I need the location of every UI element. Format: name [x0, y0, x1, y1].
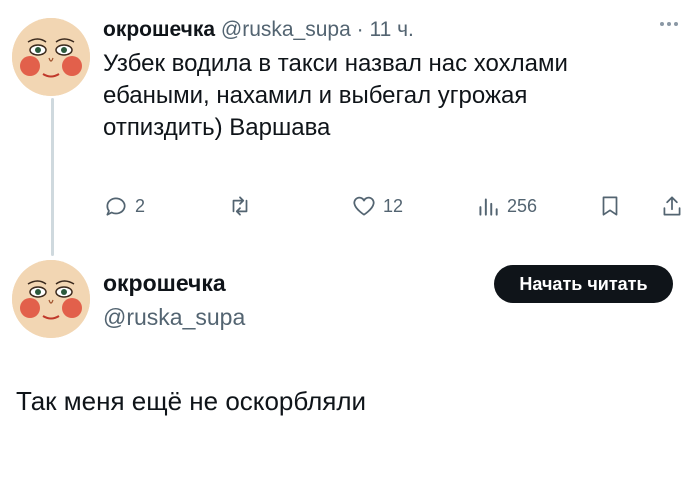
- follow-button[interactable]: Начать читать: [494, 265, 673, 303]
- main-header: окрошечка @ruska_supa: [103, 268, 245, 332]
- repost-icon: [232, 196, 248, 216]
- repost-button[interactable]: [227, 188, 259, 224]
- reply-count: 2: [135, 195, 146, 216]
- reply-action-bar: 2 12 256: [103, 188, 690, 224]
- reply-text: Узбек водила в такси назвал нас хохлами …: [103, 50, 568, 141]
- reply-button[interactable]: 2: [103, 188, 145, 224]
- avatar[interactable]: [12, 18, 90, 96]
- bookmark-button[interactable]: [597, 188, 623, 224]
- avatar-image: [12, 18, 90, 96]
- share-icon: [663, 196, 681, 216]
- reply-separator: ·: [356, 18, 364, 41]
- avatar-image: [12, 260, 90, 338]
- reply-display-name[interactable]: окрошечка: [103, 18, 215, 41]
- main-handle[interactable]: @ruska_supa: [103, 302, 245, 332]
- like-count: 12: [383, 195, 404, 216]
- like-button[interactable]: 12: [351, 188, 403, 224]
- views-button[interactable]: 256: [475, 188, 537, 224]
- bookmark-icon: [602, 196, 618, 216]
- reply-timestamp[interactable]: 11 ч.: [369, 18, 413, 41]
- views-icon: [479, 198, 498, 216]
- main-avatar[interactable]: [12, 260, 90, 338]
- reply-handle[interactable]: @ruska_supa: [221, 18, 351, 41]
- views-count: 256: [507, 195, 538, 216]
- main-tweet-text: Так меня ещё не оскорбляли: [16, 386, 367, 416]
- more-horizontal-icon[interactable]: [656, 14, 682, 34]
- reply-icon: [106, 197, 126, 216]
- thread-line: [51, 98, 54, 256]
- share-button[interactable]: [659, 188, 685, 224]
- main-display-name[interactable]: окрошечка: [103, 268, 245, 298]
- heart-icon: [353, 196, 375, 216]
- reply-header: окрошечка @ruska_supa · 11 ч.: [103, 16, 680, 44]
